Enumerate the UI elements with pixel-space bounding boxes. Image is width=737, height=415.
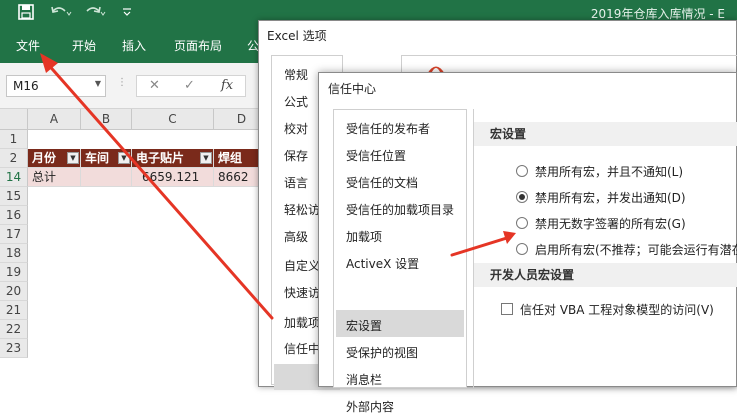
sheet-grid: A B C D 1 2 14 15 16 17 18 19 20 21 22 2… (0, 109, 270, 387)
table-cell[interactable] (81, 168, 132, 187)
radio-enable-all[interactable] (516, 243, 528, 255)
nav-item-macro-settings[interactable]: 宏设置 (346, 317, 382, 334)
tab-page-layout[interactable]: 页面布局 (174, 37, 222, 54)
table-cell[interactable]: 6659.121 (132, 168, 214, 187)
name-box[interactable]: M16 ▼ (6, 75, 106, 97)
section-heading-developer-macro: 开发人员宏设置 (474, 263, 737, 287)
nav-item-language[interactable]: 语言 (284, 174, 308, 191)
radio-label[interactable]: 启用所有宏(不推荐；可能会运行有潜在 (535, 241, 737, 258)
nav-item-customize-ribbon[interactable]: 自定义 (284, 257, 320, 274)
row-header[interactable]: 2 (0, 149, 28, 168)
radio-disable-unsigned[interactable] (516, 217, 528, 229)
trust-center-nav: 受信任的发布者 受信任位置 受信任的文档 受信任的加载项目录 加载项 Activ… (333, 109, 467, 414)
macro-settings-panel: 宏设置 禁用所有宏，并且不通知(L) 禁用所有宏，并发出通知(D) 禁用无数字签… (473, 109, 737, 388)
column-header-a[interactable]: A (28, 109, 81, 130)
formula-buttons: ✕ ✓ fx (136, 75, 246, 97)
row-header[interactable]: 16 (0, 206, 28, 225)
insert-function-icon[interactable]: fx (221, 78, 233, 93)
header-label: 电子贴片 (136, 151, 185, 165)
nav-item-message-bar[interactable]: 消息栏 (346, 371, 382, 388)
nav-item-trusted-addin-catalogs[interactable]: 受信任的加载项目录 (346, 201, 454, 218)
filter-dropdown-icon[interactable]: ▼ (200, 152, 212, 164)
dialog-title: 信任中心 (328, 82, 377, 96)
chevron-down-icon[interactable]: ▼ (95, 79, 101, 88)
nav-item-trusted-publishers[interactable]: 受信任的发布者 (346, 120, 430, 137)
nav-item-trusted-locations[interactable]: 受信任位置 (346, 147, 406, 164)
nav-item-activex-settings[interactable]: ActiveX 设置 (346, 255, 419, 272)
table-cell[interactable]: 总计 (28, 168, 81, 187)
nav-item-trust-center[interactable]: 信任中 (284, 340, 320, 357)
header-label: 焊组 (218, 151, 243, 165)
nav-item-advanced[interactable]: 高级 (284, 228, 308, 245)
cancel-icon[interactable]: ✕ (149, 78, 160, 93)
nav-item-external-content[interactable]: 外部内容 (346, 398, 394, 415)
section-heading-macro-settings: 宏设置 (474, 122, 737, 146)
radio-label[interactable]: 禁用无数字签署的所有宏(G) (535, 215, 686, 232)
table-header-cell[interactable]: 车间 ▼ (81, 149, 132, 168)
row-header[interactable]: 17 (0, 225, 28, 244)
dialog-title: Excel 选项 (267, 29, 327, 43)
redo-icon[interactable] (84, 4, 106, 25)
more-options-icon: ⋮ (117, 77, 127, 88)
row-header[interactable]: 14 (0, 168, 28, 187)
checkbox-label[interactable]: 信任对 VBA 工程对象模型的访问(V) (520, 301, 714, 318)
filter-active-icon[interactable]: ▼ (118, 152, 130, 164)
nav-item-protected-view[interactable]: 受保护的视图 (346, 344, 418, 361)
radio-label[interactable]: 禁用所有宏，并且不通知(L) (535, 163, 683, 180)
tab-home[interactable]: 开始 (72, 37, 96, 54)
undo-icon[interactable] (50, 4, 72, 25)
nav-item-trusted-documents[interactable]: 受信任的文档 (346, 174, 418, 191)
radio-disable-no-notify[interactable] (516, 165, 528, 177)
nav-item-save[interactable]: 保存 (284, 147, 308, 164)
trust-center-dialog: 信任中心 受信任的发布者 受信任位置 受信任的文档 受信任的加载项目录 加载项 … (318, 72, 737, 414)
row-header[interactable]: 18 (0, 244, 28, 263)
row-header[interactable]: 15 (0, 187, 28, 206)
customize-qat-icon[interactable] (122, 4, 132, 25)
header-label: 车间 (85, 151, 110, 165)
table-header-cell[interactable]: 电子贴片 ▼ (132, 149, 214, 168)
radio-disable-with-notify[interactable] (516, 191, 528, 203)
row-header[interactable]: 22 (0, 320, 28, 339)
nav-item-general[interactable]: 常规 (284, 66, 308, 83)
row-header[interactable]: 19 (0, 263, 28, 282)
vba-trust-checkbox[interactable] (501, 303, 513, 315)
filter-dropdown-icon[interactable]: ▼ (67, 152, 79, 164)
radio-label[interactable]: 禁用所有宏，并发出通知(D) (535, 189, 686, 206)
row-header[interactable]: 1 (0, 130, 28, 149)
select-all-corner[interactable] (0, 109, 28, 130)
row-header[interactable]: 21 (0, 301, 28, 320)
header-label: 月份 (32, 151, 57, 165)
nav-item-quick-access[interactable]: 快速访 (284, 284, 320, 301)
tab-file[interactable]: 文件 (16, 37, 40, 54)
table-header-cell[interactable]: 月份 ▼ (28, 149, 81, 168)
tab-insert[interactable]: 插入 (122, 37, 146, 54)
nav-item-accessibility[interactable]: 轻松访 (284, 201, 320, 218)
name-box-value: M16 (13, 79, 39, 93)
row-header[interactable]: 23 (0, 339, 28, 358)
nav-item-addins[interactable]: 加载项 (346, 228, 382, 245)
column-header-c[interactable]: C (132, 109, 214, 130)
column-header-b[interactable]: B (81, 109, 132, 130)
save-icon[interactable] (18, 4, 34, 25)
nav-item-formulas[interactable]: 公式 (284, 93, 308, 110)
enter-icon[interactable]: ✓ (184, 78, 195, 93)
row-header[interactable]: 20 (0, 282, 28, 301)
nav-item-addins[interactable]: 加载项 (284, 314, 320, 331)
nav-item-proofing[interactable]: 校对 (284, 120, 308, 137)
